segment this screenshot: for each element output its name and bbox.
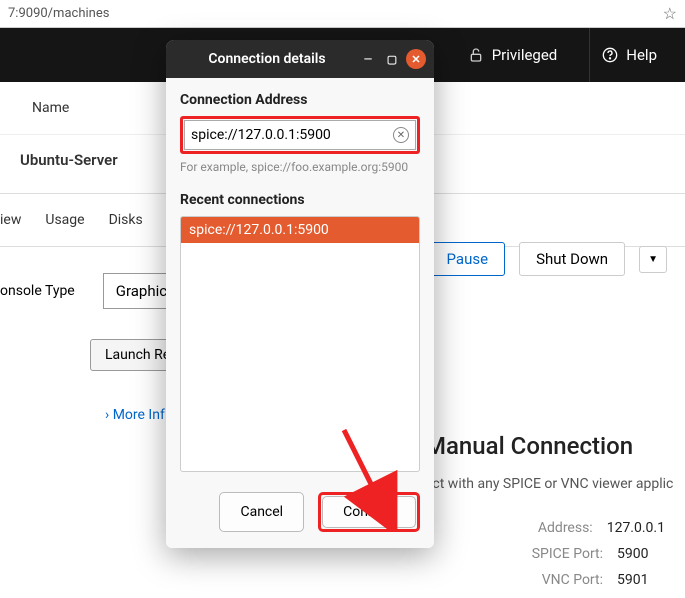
address-input-highlight: ✕ bbox=[180, 116, 420, 154]
close-icon[interactable]: ✕ bbox=[406, 49, 426, 69]
spice-port-label: SPICE Port: bbox=[532, 546, 603, 562]
manual-connection-panel: Manual Connection ect with any SPICE or … bbox=[425, 432, 685, 598]
help-menu[interactable]: Help bbox=[589, 28, 669, 82]
chevron-down-icon: ▼ bbox=[648, 254, 658, 265]
console-type-label: onsole Type bbox=[0, 283, 75, 299]
privileged-indicator[interactable]: Privileged bbox=[456, 28, 570, 82]
spice-port-value: 5900 bbox=[617, 546, 665, 562]
vm-name: Ubuntu-Server bbox=[20, 151, 118, 169]
address-label: Address: bbox=[538, 520, 593, 536]
address-input-wrapper: ✕ bbox=[184, 120, 416, 150]
help-icon bbox=[602, 47, 618, 63]
maximize-icon[interactable]: ▢ bbox=[382, 49, 402, 69]
connect-button-highlight: Connect bbox=[318, 492, 420, 532]
tab-usage[interactable]: Usage bbox=[45, 212, 84, 228]
connection-details-dialog: Connection details — ▢ ✕ Connection Addr… bbox=[166, 40, 434, 548]
manual-connection-title: Manual Connection bbox=[425, 432, 685, 460]
url-text: 7:9090/machines bbox=[8, 6, 109, 21]
browser-url-bar[interactable]: 7:9090/machines ☆ bbox=[0, 0, 685, 28]
recent-connections-label: Recent connections bbox=[180, 192, 420, 208]
minimize-icon[interactable]: — bbox=[358, 49, 378, 69]
vnc-port-label: VNC Port: bbox=[542, 572, 603, 588]
address-example-text: For example, spice://foo.example.org:590… bbox=[180, 160, 420, 174]
shutdown-button[interactable]: Shut Down bbox=[519, 242, 625, 276]
connection-address-label: Connection Address bbox=[180, 92, 420, 108]
recent-connection-item[interactable]: spice://127.0.0.1:5900 bbox=[181, 217, 419, 243]
recent-connections-list: spice://127.0.0.1:5900 bbox=[180, 216, 420, 472]
help-label: Help bbox=[626, 46, 657, 64]
bookmark-star-icon[interactable]: ☆ bbox=[663, 4, 677, 23]
cancel-button[interactable]: Cancel bbox=[219, 492, 304, 532]
connect-button[interactable]: Connect bbox=[322, 496, 416, 528]
dialog-title: Connection details bbox=[180, 51, 354, 67]
address-value: 127.0.0.1 bbox=[607, 520, 665, 536]
dialog-body: Connection Address ✕ For example, spice:… bbox=[166, 78, 434, 480]
pause-button[interactable]: Pause bbox=[430, 242, 506, 276]
vnc-port-value: 5901 bbox=[617, 572, 665, 588]
manual-connection-subtitle: ect with any SPICE or VNC viewer applic bbox=[425, 476, 685, 492]
shutdown-menu-toggle[interactable]: ▼ bbox=[639, 246, 667, 273]
tab-disks[interactable]: Disks bbox=[109, 212, 143, 228]
connection-address-input[interactable] bbox=[191, 127, 393, 143]
shutdown-label: Shut Down bbox=[536, 250, 608, 268]
dialog-footer: Cancel Connect bbox=[166, 480, 434, 548]
privileged-label: Privileged bbox=[492, 46, 558, 64]
dialog-titlebar[interactable]: Connection details — ▢ ✕ bbox=[166, 40, 434, 78]
tab-overview[interactable]: iew bbox=[0, 212, 21, 228]
vm-actions: Pause Shut Down ▼ bbox=[430, 242, 667, 276]
unlock-icon bbox=[468, 47, 484, 63]
clear-input-icon[interactable]: ✕ bbox=[393, 127, 409, 143]
